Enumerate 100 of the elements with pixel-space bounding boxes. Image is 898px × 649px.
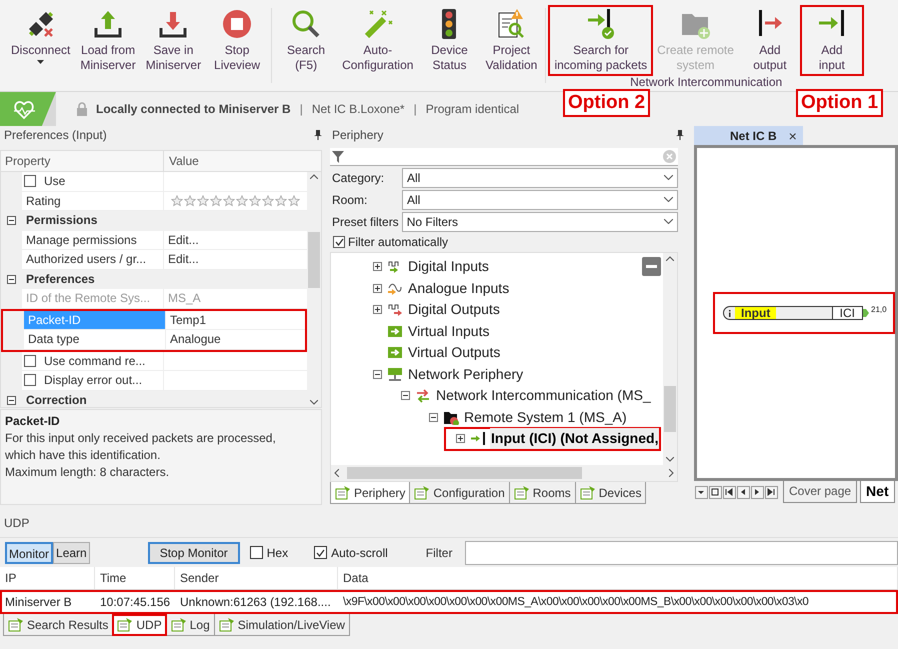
checkbox[interactable] [24, 354, 36, 367]
property-name: Use [44, 173, 66, 190]
tree-item[interactable]: Remote System 1 (MS_A) [463, 406, 628, 428]
star-icon [184, 194, 196, 207]
expand-icon[interactable] [373, 305, 382, 314]
function-block[interactable]: Input ICI [723, 306, 863, 320]
expand-icon[interactable] [373, 262, 382, 272]
toolbar-button[interactable]: Save in Miniserver [140, 6, 206, 75]
tree-item[interactable]: Virtual Inputs [407, 320, 490, 342]
document-icon [335, 485, 351, 500]
toolbar-button[interactable]: Disconnect [6, 6, 76, 66]
page-icon[interactable] [709, 486, 722, 498]
tree-item[interactable]: Network Periphery [407, 364, 524, 385]
dropdown[interactable]: No Filters [402, 212, 678, 232]
block-label: Input [735, 307, 776, 319]
tree-item[interactable]: Input (ICI) (Not Assigned, [490, 428, 660, 450]
table-cell-text: Miniserver B [4, 594, 73, 611]
expand-icon[interactable] [373, 284, 382, 293]
property-name[interactable]: Authorized users / gr... [22, 250, 164, 270]
tree-item[interactable]: Digital Inputs [407, 256, 490, 278]
section-header[interactable]: Preferences [22, 270, 307, 289]
dropdown[interactable]: All [402, 168, 678, 188]
property-value[interactable]: Temp1 [166, 310, 305, 330]
toolbar-button[interactable]: Search for incoming packets [549, 6, 652, 75]
property-value[interactable]: Analogue [166, 330, 305, 350]
page-tab[interactable]: Cover page [783, 481, 858, 503]
filter-field[interactable] [465, 540, 898, 564]
pin-icon[interactable] [676, 130, 684, 140]
collapse-icon[interactable] [7, 396, 16, 405]
toolbar-button[interactable]: Load from Miniserver [75, 6, 141, 75]
toggle-button[interactable]: Monitor [5, 542, 54, 564]
checkbox[interactable] [314, 546, 328, 559]
scroll-up-icon[interactable] [310, 174, 318, 179]
tab[interactable]: Devices [574, 482, 646, 504]
property-value[interactable]: Edit... [164, 230, 307, 250]
toggle-button[interactable]: Learn [53, 542, 90, 564]
scroll-left-icon[interactable] [334, 469, 339, 477]
collapse-icon[interactable] [373, 370, 382, 379]
property-name[interactable]: Data type [24, 330, 166, 350]
toolbar-button[interactable]: Add input [800, 6, 863, 75]
close-button[interactable]: × [788, 128, 797, 142]
pin-icon[interactable] [314, 130, 322, 140]
scrollbar[interactable] [331, 465, 677, 481]
next-page-icon[interactable] [751, 486, 764, 498]
scroll-down-icon[interactable] [666, 457, 674, 462]
expand-icon[interactable] [456, 434, 465, 444]
last-page-icon[interactable] [765, 486, 778, 498]
toolbar-button[interactable]: Stop Liveview [206, 6, 268, 75]
scrollbar-thumb[interactable] [308, 232, 320, 288]
previous-page-icon[interactable] [737, 486, 750, 498]
scrollbar-thumb[interactable] [664, 386, 676, 432]
property-name[interactable]: Manage permissions [22, 230, 164, 250]
document-icon [218, 617, 235, 632]
tree-item[interactable]: Virtual Outputs [407, 342, 502, 364]
stop-monitor-button[interactable]: Stop Monitor [148, 542, 240, 564]
collapse-all-icon[interactable] [642, 257, 661, 276]
table-row[interactable]: Miniserver B 10:07:45.156 Unknown:61263 (192.168.... \x9F\x00\x00\x00\x00\x00\x00\x00MS_A\x00\x00\x00\x00\x00MS_B\x00\x00\x00\x00\x00\x03\x0 [0, 590, 898, 614]
tab[interactable]: UDP [112, 614, 167, 636]
toolbar-button[interactable]: Auto- Configuration [337, 6, 418, 75]
dropdown[interactable]: All [402, 190, 678, 210]
tree-item[interactable]: Analogue Inputs [407, 278, 510, 299]
collapse-icon[interactable] [7, 216, 16, 226]
scrollbar-thumb[interactable] [346, 467, 582, 479]
first-page-icon[interactable] [723, 486, 736, 498]
toolbar-button[interactable]: Add output [738, 6, 801, 75]
block-type: ICI [832, 307, 862, 319]
property-value[interactable]: Edit... [164, 250, 307, 270]
scrollbar[interactable] [307, 172, 321, 407]
toolbar-button[interactable]: Search (F5) [275, 6, 338, 75]
tree-item[interactable]: Network Intercommunication (MS_ [435, 385, 652, 406]
toolbar-button[interactable]: Device Status [418, 6, 480, 75]
checkbox[interactable] [24, 374, 36, 386]
collapse-icon[interactable] [429, 412, 438, 422]
page-tab[interactable]: Net [860, 481, 895, 503]
scroll-up-icon[interactable] [666, 256, 674, 261]
scroll-down-icon[interactable] [310, 400, 318, 405]
section-header[interactable]: Correction [22, 390, 307, 407]
checkbox[interactable] [333, 236, 345, 248]
search-field[interactable] [330, 148, 678, 166]
scrollbar[interactable] [663, 253, 677, 465]
document-icon [514, 485, 530, 500]
toolbar-button[interactable]: Project Validation [480, 6, 542, 75]
star-rating[interactable] [164, 192, 307, 211]
field-label: Category: [331, 170, 386, 186]
field-label: Room: [331, 192, 368, 208]
document-tab[interactable]: Net IC B × [694, 126, 803, 145]
checkbox[interactable] [24, 175, 36, 188]
table-cell-text: Unknown:61263 (192.168.... [179, 594, 332, 611]
tab[interactable]: Search Results [3, 614, 114, 636]
checkbox-label: Filter automatically [348, 234, 448, 251]
tab[interactable]: Simulation/LiveView [214, 614, 350, 636]
scroll-right-icon[interactable] [669, 469, 674, 477]
tab[interactable]: Periphery [330, 482, 410, 504]
collapse-icon[interactable] [7, 274, 16, 284]
checkbox-label: Hex [266, 544, 288, 562]
checkbox[interactable] [250, 546, 263, 559]
document-icon [580, 485, 596, 500]
section-header[interactable]: Permissions [22, 211, 307, 230]
tree-item[interactable]: Digital Outputs [407, 299, 501, 320]
collapse-icon[interactable] [401, 391, 410, 400]
